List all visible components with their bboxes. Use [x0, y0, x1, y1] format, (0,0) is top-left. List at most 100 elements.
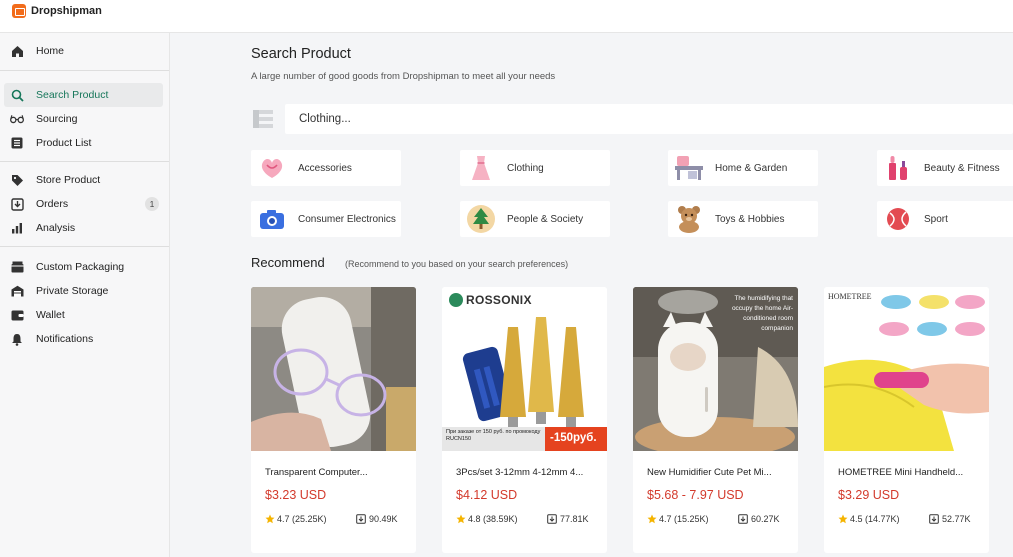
brand-logo: ROSSONIX [466, 293, 532, 307]
product-card[interactable]: HOMETREE HOMETREE Mini Handheld... $3.29… [824, 287, 989, 553]
category-people-society[interactable]: People & Society [460, 201, 610, 237]
package-icon [10, 260, 24, 274]
accessories-icon [257, 153, 287, 183]
star-icon [838, 514, 848, 524]
download-icon [547, 514, 557, 524]
sidebar-item-label: Orders [36, 198, 69, 210]
sidebar-item-store-product[interactable]: Store Product [4, 168, 163, 192]
glasses-photo [251, 287, 416, 451]
promo-text: При заказе от 150 руб. по промокоду RUCN… [446, 429, 541, 442]
sidebar-item-label: Home [36, 45, 65, 57]
sidebar: Home Search Product Sourcing Product Lis… [0, 33, 170, 557]
star-icon [647, 514, 657, 524]
downloads-text: 60.27K [751, 514, 780, 524]
cosmetics-icon [883, 153, 913, 183]
category-home-garden[interactable]: Home & Garden [668, 150, 818, 186]
sidebar-item-private-storage[interactable]: Private Storage [4, 279, 163, 303]
teddy-bear-icon [674, 204, 704, 234]
product-card[interactable]: Transparent Computer... $3.23 USD 4.7 (2… [251, 287, 416, 553]
rating-text: 4.5 (14.77K) [850, 514, 900, 524]
product-name: New Humidifier Cute Pet Mi... [647, 467, 772, 478]
category-label: People & Society [507, 213, 584, 225]
furniture-icon [674, 153, 704, 183]
product-name: HOMETREE Mini Handheld... [838, 467, 964, 478]
promo-badge: -150руб. [550, 432, 597, 444]
sidebar-item-wallet[interactable]: Wallet [4, 303, 163, 327]
app-name: Dropshipman [31, 5, 102, 17]
drill-bits-photo [442, 287, 607, 451]
search-icon [10, 88, 24, 102]
glasses-icon [10, 112, 24, 126]
product-name: 3Pcs/set 3-12mm 4-12mm 4... [456, 467, 584, 478]
downloads-text: 77.81K [560, 514, 589, 524]
nav-group-store: Store Product Orders 1 Analysis [0, 162, 169, 247]
sidebar-item-label: Wallet [36, 309, 65, 321]
sidebar-item-product-list[interactable]: Product List [4, 131, 163, 155]
rating-text: 4.7 (25.25K) [277, 514, 327, 524]
sidebar-item-label: Sourcing [36, 113, 78, 125]
download-icon [738, 514, 748, 524]
sidebar-item-custom-packaging[interactable]: Custom Packaging [4, 255, 163, 279]
brand-logo: HOMETREE [828, 292, 872, 301]
sidebar-item-label: Store Product [36, 174, 101, 186]
product-price: $3.29 USD [838, 488, 900, 502]
bar-chart-icon [10, 221, 24, 235]
sidebar-item-search-product[interactable]: Search Product [4, 83, 163, 107]
app-logo[interactable]: Dropshipman [12, 4, 102, 18]
download-box-icon [10, 197, 24, 211]
downloads-text: 52.77K [942, 514, 971, 524]
nav-group-main: Home [0, 33, 169, 71]
product-downloads: 60.27K [738, 514, 780, 524]
category-beauty-fitness[interactable]: Beauty & Fitness [877, 150, 1013, 186]
ball-icon [883, 204, 913, 234]
download-icon [356, 514, 366, 524]
category-label: Consumer Electronics [298, 213, 396, 225]
page-subtitle: A large number of good goods from Dropsh… [251, 71, 556, 82]
category-label: Accessories [298, 162, 352, 174]
tag-icon [10, 173, 24, 187]
home-icon [10, 44, 24, 58]
product-name: Transparent Computer... [265, 467, 368, 478]
product-card[interactable]: ROSSONIX При заказе от 150 руб. по промо… [442, 287, 607, 553]
product-rating: 4.7 (15.25K) [647, 514, 709, 524]
recommend-subtitle: (Recommend to you based on your search p… [345, 259, 569, 269]
sidebar-item-label: Search Product [36, 89, 109, 101]
category-accessories[interactable]: Accessories [251, 150, 401, 186]
search-input[interactable] [285, 104, 1013, 134]
page-title: Search Product [251, 46, 351, 62]
star-icon [456, 514, 466, 524]
wallet-icon [10, 308, 24, 322]
product-rating: 4.7 (25.25K) [265, 514, 327, 524]
search-row [251, 104, 1013, 134]
category-label: Sport [924, 213, 948, 225]
product-downloads: 52.77K [929, 514, 971, 524]
sidebar-item-notifications[interactable]: Notifications [4, 327, 163, 351]
downloads-text: 90.49K [369, 514, 398, 524]
category-toys-hobbies[interactable]: Toys & Hobbies [668, 201, 818, 237]
category-label: Toys & Hobbies [715, 213, 785, 225]
camera-icon [257, 204, 287, 234]
product-downloads: 77.81K [547, 514, 589, 524]
product-price: $3.23 USD [265, 488, 327, 502]
product-downloads: 90.49K [356, 514, 398, 524]
category-clothing[interactable]: Clothing [460, 150, 610, 186]
bag-sealer-photo [824, 287, 989, 451]
sidebar-item-home[interactable]: Home [4, 39, 163, 63]
orders-count-badge: 1 [145, 197, 159, 211]
category-menu-icon[interactable] [251, 108, 275, 130]
category-label: Home & Garden [715, 162, 788, 174]
product-price: $5.68 - 7.97 USD [647, 488, 744, 502]
sidebar-item-sourcing[interactable]: Sourcing [4, 107, 163, 131]
rating-text: 4.7 (15.25K) [659, 514, 709, 524]
sidebar-item-label: Product List [36, 137, 92, 149]
sidebar-item-analysis[interactable]: Analysis [4, 216, 163, 240]
bell-icon [10, 332, 24, 346]
product-card[interactable]: The humidifying that occupy the home Air… [633, 287, 798, 553]
overlay-text: The humidifying that occupy the home Air… [731, 295, 793, 332]
sidebar-item-orders[interactable]: Orders 1 [4, 192, 163, 216]
category-sport[interactable]: Sport [877, 201, 1013, 237]
product-rating: 4.5 (14.77K) [838, 514, 900, 524]
category-consumer-electronics[interactable]: Consumer Electronics [251, 201, 401, 237]
nav-group-services: Custom Packaging Private Storage Wallet … [0, 247, 169, 359]
warehouse-icon [10, 284, 24, 298]
